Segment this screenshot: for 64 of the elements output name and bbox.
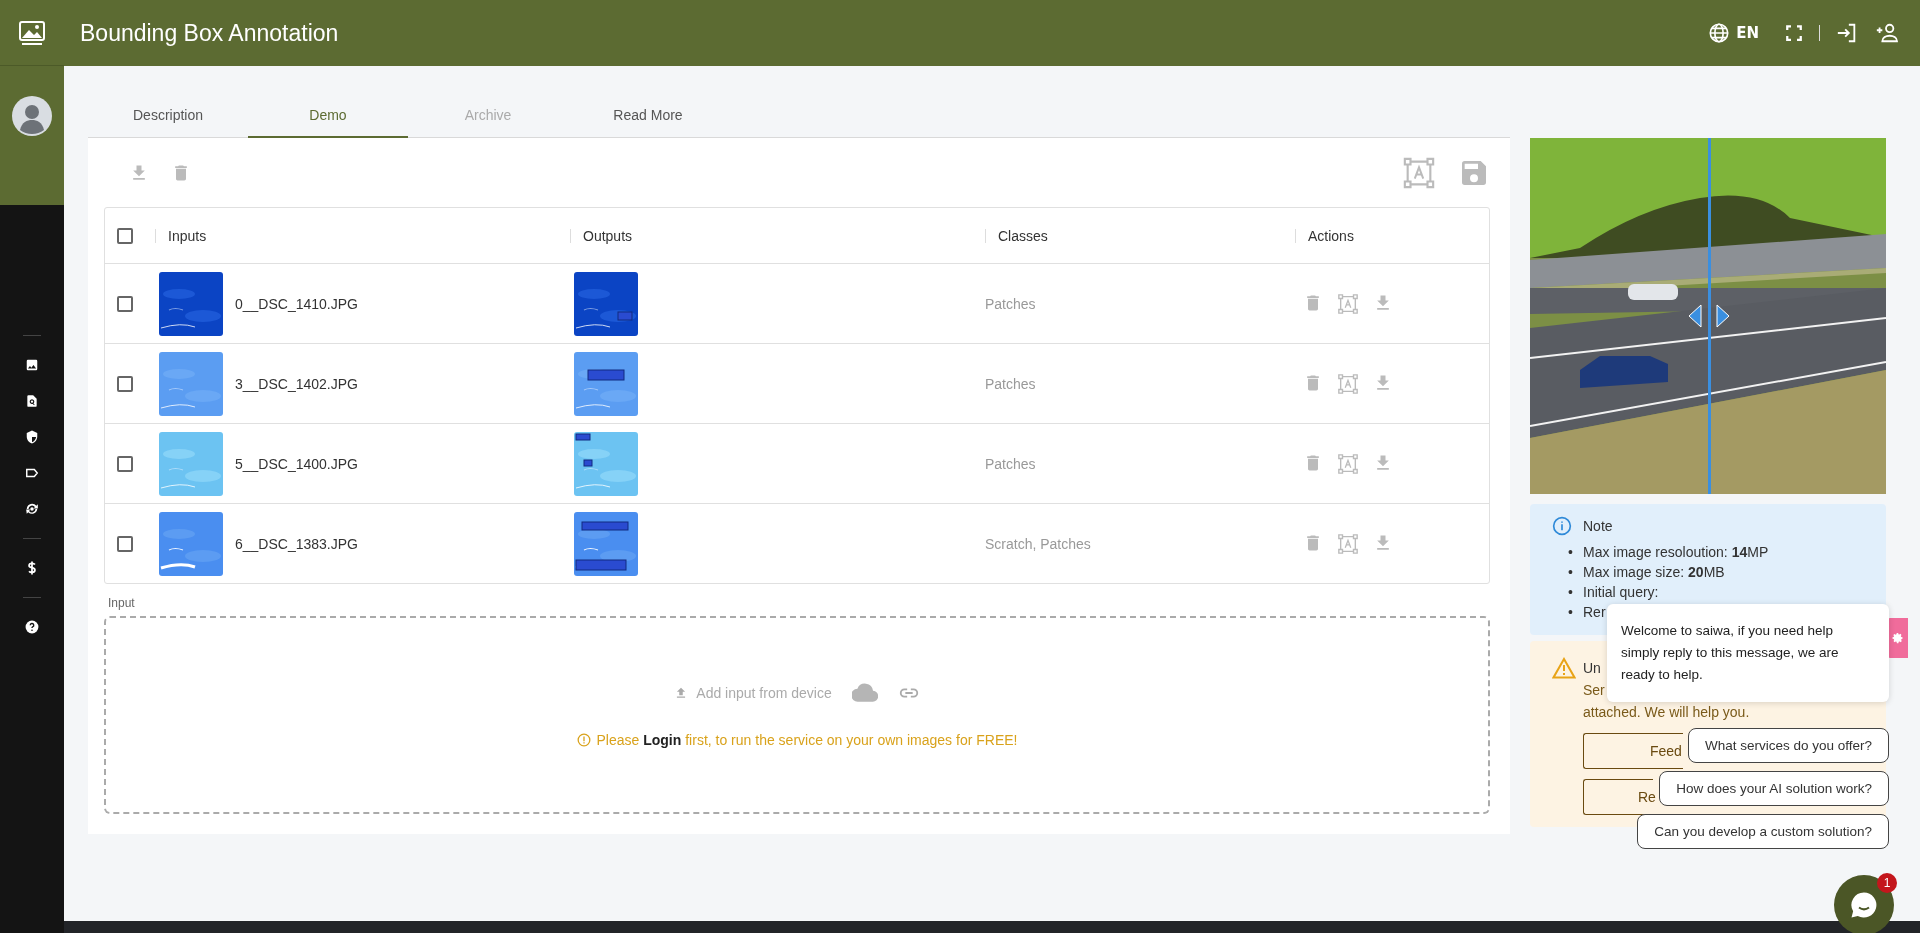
compare-slider-handle[interactable] <box>1708 138 1711 494</box>
sync-icon[interactable] <box>25 502 39 516</box>
column-header: Actions <box>1308 228 1354 243</box>
note-title: Note <box>1583 518 1613 534</box>
dollar-icon[interactable] <box>25 561 39 575</box>
warning-icon <box>1552 657 1576 679</box>
checkbox[interactable] <box>117 535 133 552</box>
warning-icon <box>576 733 591 747</box>
upload-dropzone[interactable]: Add input from device Please Login first, to run the service on your own images for FREE! <box>104 616 1490 814</box>
tab[interactable]: Read More <box>568 94 728 138</box>
column-header: Inputs <box>168 228 207 243</box>
bullet: • <box>1567 583 1574 602</box>
login-notice: Please Login first, to run the service on your own images for FREE! <box>596 732 1018 748</box>
class-label: Patches <box>985 455 1036 472</box>
checkbox[interactable] <box>117 455 133 472</box>
outline-button[interactable]: Feed <box>1583 733 1683 769</box>
label-icon[interactable] <box>25 466 39 480</box>
field-label: Input <box>108 596 136 610</box>
help-icon[interactable] <box>25 620 39 634</box>
page-title: Bounding Box Annotation <box>80 19 340 47</box>
warning-text: Ser <box>1583 681 1605 700</box>
warning-text: attached. We will help you. <box>1583 703 1750 722</box>
checkbox[interactable] <box>117 375 133 392</box>
settings-tab[interactable] <box>1888 618 1908 658</box>
info-icon <box>1552 516 1572 536</box>
notification-badge: 1 <box>1877 873 1897 893</box>
chat-icon <box>1849 890 1879 920</box>
file-name: 3__DSC_1402.JPG <box>235 375 358 392</box>
chat-message: Welcome to saiwa, if you need help simply reply to this message, we are ready to help. <box>1607 604 1889 702</box>
file-name: 0__DSC_1410.JPG <box>235 295 358 312</box>
document-search-icon[interactable] <box>25 394 39 408</box>
class-label: Patches <box>985 375 1036 392</box>
fullscreen-icon[interactable] <box>1785 24 1803 42</box>
login-icon[interactable] <box>1836 22 1858 44</box>
logo-icon[interactable] <box>18 19 46 46</box>
bullet: • <box>1567 563 1574 582</box>
quick-reply-button[interactable]: How does your AI solution work? <box>1659 771 1889 806</box>
avatar-icon[interactable] <box>12 96 52 136</box>
checkbox[interactable] <box>117 227 133 244</box>
warning-title: Un <box>1583 660 1601 676</box>
column-header: Classes <box>998 228 1048 243</box>
file-name: 5__DSC_1400.JPG <box>235 455 358 472</box>
left-arrow-icon[interactable] <box>1688 304 1702 328</box>
add-user-icon[interactable] <box>1874 22 1898 44</box>
globe-icon[interactable] <box>1708 22 1731 44</box>
note-item: Max image size: 20MB <box>1583 563 1725 582</box>
checkbox[interactable] <box>117 295 133 312</box>
tab[interactable]: Description <box>88 94 248 138</box>
class-label: Scratch, Patches <box>985 535 1091 552</box>
right-arrow-icon[interactable] <box>1716 304 1730 328</box>
shield-icon[interactable] <box>25 430 39 444</box>
image-icon[interactable] <box>25 358 39 372</box>
quick-reply-button[interactable]: Can you develop a custom solution? <box>1637 814 1889 849</box>
note-item: Initial query: <box>1583 583 1659 602</box>
bullet: • <box>1567 603 1574 622</box>
note-item: Max image resoloution: 14MP <box>1583 543 1769 562</box>
class-label: Patches <box>985 295 1036 312</box>
bullet: • <box>1567 543 1574 562</box>
language-label[interactable]: EN <box>1736 24 1759 42</box>
column-header: Outputs <box>583 228 633 243</box>
note-item: Rer <box>1583 603 1606 622</box>
file-name: 6__DSC_1383.JPG <box>235 535 358 552</box>
quick-reply-button[interactable]: What services do you offer? <box>1687 728 1889 763</box>
gear-icon <box>1892 632 1904 644</box>
